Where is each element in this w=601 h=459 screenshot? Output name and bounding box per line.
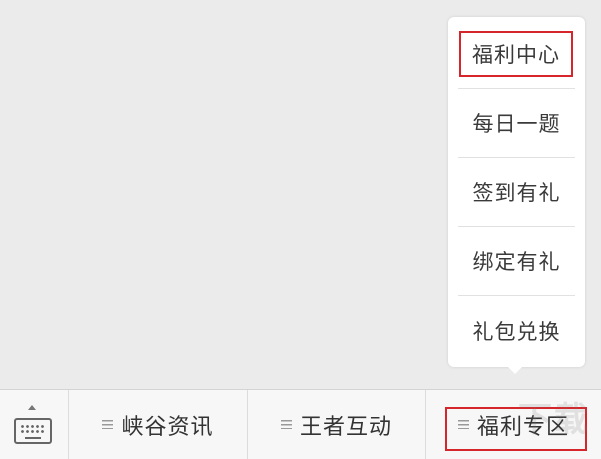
- menu-item-label: 签到有礼: [472, 181, 561, 205]
- tab-welfare-zone[interactable]: 福利专区: [426, 390, 601, 459]
- menu-item-gift-redeem[interactable]: 礼包兑换: [458, 296, 575, 365]
- keyboard-toggle-button[interactable]: [0, 390, 69, 459]
- menu-item-daily-question[interactable]: 每日一题: [458, 89, 575, 158]
- menu-item-checkin-gift[interactable]: 签到有礼: [458, 158, 575, 227]
- popup-pointer: [506, 365, 524, 374]
- menu-lines-icon: [280, 420, 292, 429]
- tab-label: 王者互动: [299, 414, 392, 440]
- keyboard-icon: [14, 418, 52, 444]
- menu-item-label: 礼包兑换: [472, 319, 561, 344]
- menu-item-welfare-center[interactable]: 福利中心: [459, 31, 573, 77]
- tab-label: 峡谷资讯: [121, 414, 214, 440]
- menu-item-label: 绑定有礼: [472, 250, 561, 274]
- caret-up-icon: [28, 405, 36, 410]
- tab-king-interaction[interactable]: 王者互动: [248, 390, 426, 459]
- bottom-menu-bar: 峡谷资讯 王者互动 福利专区: [0, 389, 601, 459]
- tab-label: 福利专区: [476, 414, 569, 440]
- menu-item-label: 福利中心: [472, 43, 560, 67]
- menu-lines-icon: [102, 420, 114, 429]
- popup-menu: 福利中心 每日一题 签到有礼 绑定有礼 礼包兑换: [448, 17, 585, 367]
- menu-item-bind-gift[interactable]: 绑定有礼: [458, 227, 575, 296]
- menu-item-label: 每日一题: [472, 112, 561, 136]
- tab-canyon-news[interactable]: 峡谷资讯: [69, 390, 248, 459]
- menu-lines-icon: [457, 420, 469, 429]
